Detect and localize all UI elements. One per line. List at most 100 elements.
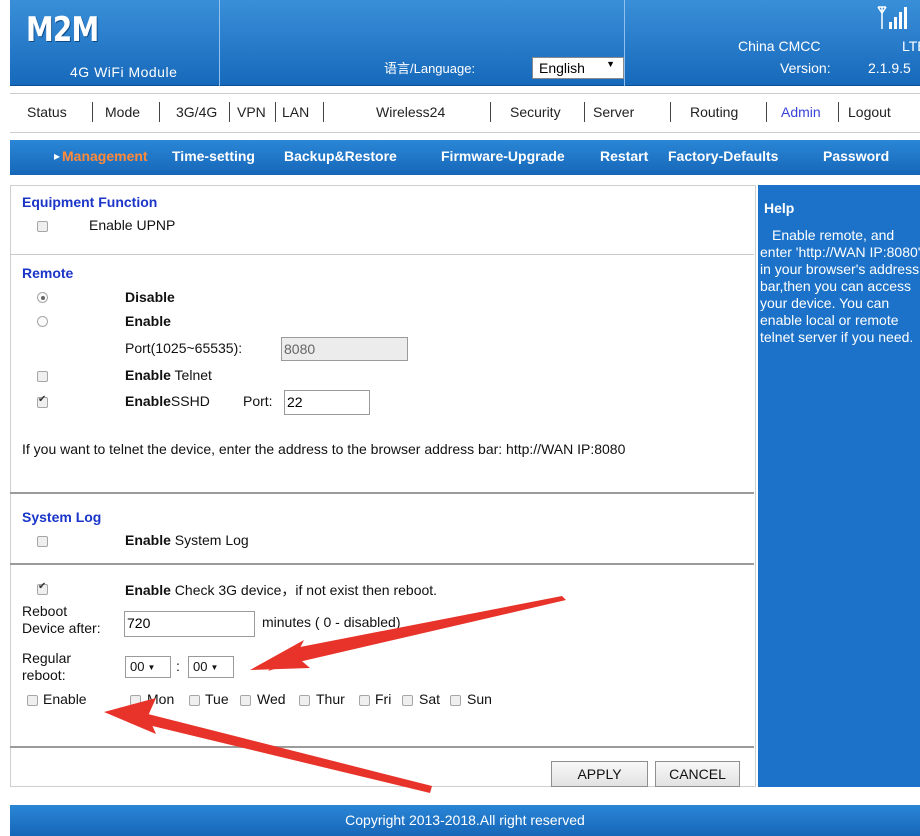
nav-lan[interactable]: LAN <box>282 104 309 120</box>
regular-reboot-label-line2: reboot: <box>22 667 66 683</box>
nav-separator <box>92 102 93 122</box>
day-thur-checkbox[interactable] <box>299 695 310 706</box>
sshd-label: EnableSSHD <box>125 393 210 409</box>
sshd-checkbox[interactable] <box>37 394 48 408</box>
remote-disable-label: Disable <box>125 289 175 305</box>
regular-minute-select[interactable]: 00 ▼ <box>188 656 234 678</box>
reboot-after-input[interactable]: 720 <box>124 611 255 637</box>
day-fri-checkbox[interactable] <box>359 695 370 706</box>
nav-3g4g[interactable]: 3G/4G <box>176 104 217 120</box>
divider <box>10 254 754 255</box>
sub-nav: ▸ Management Time-setting Backup&Restore… <box>10 140 920 175</box>
regular-hour-select[interactable]: 00 ▼ <box>125 656 171 678</box>
subnav-restart[interactable]: Restart <box>600 148 648 164</box>
subnav-time-setting[interactable]: Time-setting <box>172 148 255 164</box>
help-title: Help <box>764 200 795 216</box>
day-sat-checkbox[interactable] <box>402 695 413 706</box>
divider <box>10 746 754 748</box>
telnet-label-bold: Enable <box>125 367 171 383</box>
nav-separator <box>323 102 324 122</box>
upnp-checkbox[interactable] <box>37 221 48 232</box>
nav-separator <box>766 102 767 122</box>
subnav-factory-defaults[interactable]: Factory-Defaults <box>668 148 778 164</box>
sshd-label-bold: Enable <box>125 393 171 409</box>
caret-down-icon: ▼ <box>606 59 615 69</box>
day-tue-label: Tue <box>205 691 229 707</box>
telnet-label-rest: Telnet <box>170 367 212 383</box>
section-system-log: System Log <box>22 509 102 525</box>
subnav-management[interactable]: Management <box>62 148 148 164</box>
remote-enable-radio[interactable] <box>37 316 48 327</box>
day-mon-checkbox[interactable] <box>130 695 141 706</box>
day-fri-label: Fri <box>375 691 392 707</box>
nav-security[interactable]: Security <box>510 104 561 120</box>
regular-minute-value: 00 <box>193 659 208 674</box>
nav-separator <box>584 102 585 122</box>
sshd-port-input[interactable]: 22 <box>284 390 370 415</box>
nav-mode[interactable]: Mode <box>105 104 140 120</box>
section-equipment-function: Equipment Function <box>22 194 158 210</box>
day-mon-label: Mon <box>147 691 175 707</box>
reboot-after-label-line2: Device after: <box>22 620 101 636</box>
nav-separator <box>670 102 671 122</box>
regular-hour-value: 00 <box>130 659 145 674</box>
day-sun-checkbox[interactable] <box>450 695 461 706</box>
telnet-note: If you want to telnet the device, enter … <box>22 441 626 457</box>
regular-reboot-label-line1: Regular <box>22 650 72 666</box>
check-3g-checkbox[interactable] <box>37 581 48 595</box>
regular-reboot-enable-label: Enable <box>43 691 87 707</box>
day-tue-checkbox[interactable] <box>189 695 200 706</box>
time-colon: : <box>176 658 180 674</box>
nav-logout[interactable]: Logout <box>848 104 891 120</box>
nav-routing[interactable]: Routing <box>690 104 738 120</box>
nav-admin[interactable]: Admin <box>781 104 821 120</box>
top-nav: Status Mode 3G/4G VPN LAN Wireless24 Sec… <box>10 93 920 133</box>
nav-separator <box>838 102 839 122</box>
help-text-body: Enable remote, and enter 'http://WAN IP:… <box>760 227 920 345</box>
day-sun-label: Sun <box>467 691 492 707</box>
system-log-label-rest: System Log <box>170 532 249 548</box>
sshd-label-rest: SSHD <box>170 393 210 409</box>
subnav-password[interactable]: Password <box>823 148 889 164</box>
language-select[interactable]: English ▼ <box>532 57 624 79</box>
day-wed-label: Wed <box>257 691 286 707</box>
remote-enable-label: Enable <box>125 313 171 329</box>
cancel-button[interactable]: CANCEL <box>655 761 740 787</box>
reboot-after-unit: minutes ( 0 - disabled) <box>262 614 401 630</box>
divider <box>10 563 754 565</box>
upnp-label: Enable UPNP <box>89 217 176 233</box>
system-log-label-bold: Enable <box>125 532 171 548</box>
logo: M2M <box>26 10 99 50</box>
system-log-label: Enable System Log <box>125 532 249 548</box>
system-log-checkbox[interactable] <box>37 536 48 547</box>
regular-reboot-enable-checkbox[interactable] <box>27 695 38 706</box>
check-3g-label-rest: Check 3G device，if not exist then reboot… <box>170 582 438 598</box>
day-thur-label: Thur <box>316 691 345 707</box>
check-3g-label: Enable Check 3G device，if not exist then… <box>125 580 437 600</box>
language-label: 语言/Language: <box>384 61 476 76</box>
remote-disable-radio[interactable] <box>37 292 48 303</box>
caret-down-icon: ▼ <box>147 663 156 673</box>
regular-reboot-label: Regular reboot: <box>22 650 71 684</box>
nav-wireless24[interactable]: Wireless24 <box>376 104 445 120</box>
header-banner: M2M 4G WiFi Module 语言/Language: English … <box>10 0 920 86</box>
signal-strength-icon <box>877 6 907 29</box>
telnet-checkbox[interactable] <box>37 371 48 382</box>
subnav-backup-restore[interactable]: Backup&Restore <box>284 148 397 164</box>
subnav-firmware-upgrade[interactable]: Firmware-Upgrade <box>441 148 565 164</box>
footer: Copyright 2013-2018.All right reserved <box>10 805 920 836</box>
nav-vpn[interactable]: VPN <box>237 104 266 120</box>
network-type: LTE <box>902 38 920 54</box>
nav-status[interactable]: Status <box>27 104 67 120</box>
caret-down-icon: ▼ <box>210 663 219 673</box>
reboot-after-label: Reboot Device after: <box>22 603 101 637</box>
nav-server[interactable]: Server <box>593 104 634 120</box>
help-text: Enable remote, and enter 'http://WAN IP:… <box>760 227 920 346</box>
header-divider <box>624 0 625 86</box>
nav-separator <box>229 102 230 122</box>
day-wed-checkbox[interactable] <box>240 695 251 706</box>
reboot-after-label-line1: Reboot <box>22 603 68 619</box>
remote-port-input[interactable]: 8080 <box>281 337 408 361</box>
apply-button[interactable]: APPLY <box>551 761 648 787</box>
divider <box>10 492 754 494</box>
